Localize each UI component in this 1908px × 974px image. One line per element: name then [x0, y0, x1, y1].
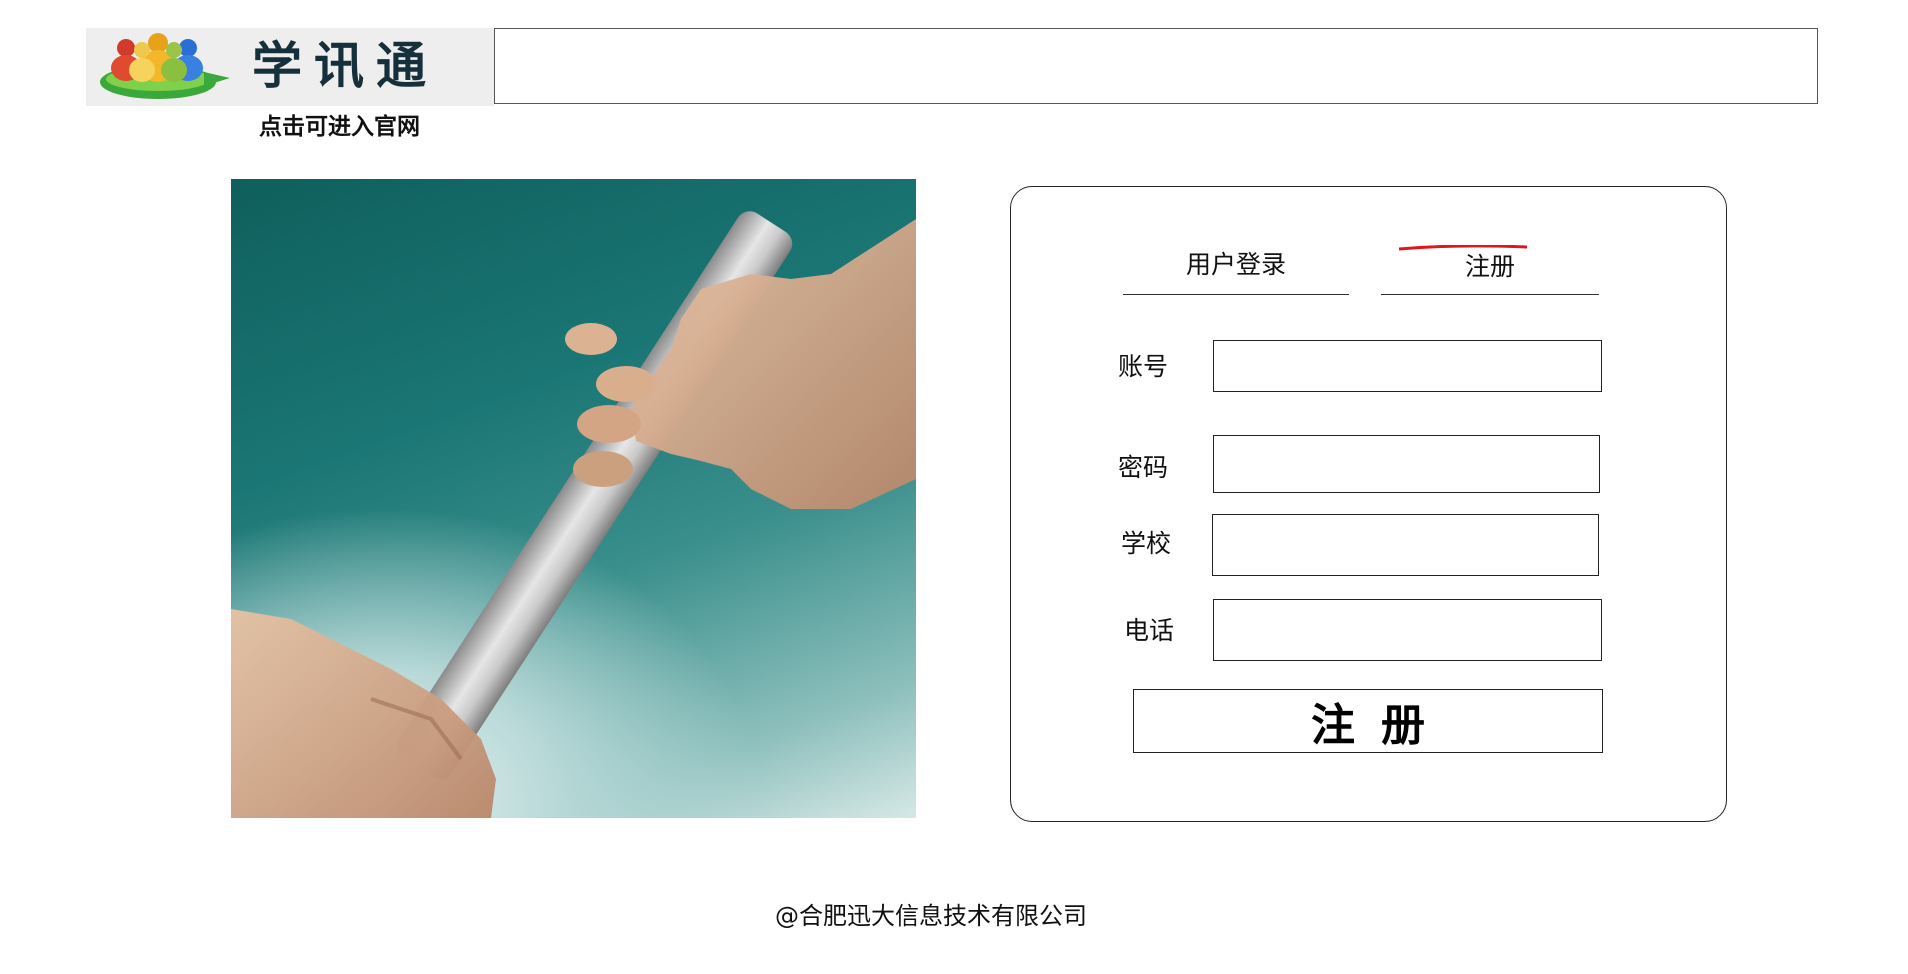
- site-logo[interactable]: 学讯通: [86, 28, 494, 106]
- logo-text: 学讯通: [252, 37, 438, 95]
- copyright-text: @合肥迅大信息技术有限公司: [775, 902, 1087, 930]
- password-label: 密码: [1118, 453, 1169, 482]
- account-label: 账号: [1118, 352, 1169, 381]
- tab-register[interactable]: 注册: [1381, 251, 1599, 295]
- people-group-icon: [100, 33, 230, 99]
- account-input[interactable]: [1213, 340, 1602, 392]
- header-banner: [494, 28, 1818, 104]
- official-site-link[interactable]: 点击可进入官网: [259, 112, 449, 142]
- school-label: 学校: [1121, 529, 1172, 558]
- relay-baton-image: [231, 179, 916, 818]
- register-panel: 用户登录 注册 账号 密码 学校 电话 注册: [1010, 186, 1727, 822]
- phone-label: 电话: [1124, 616, 1175, 645]
- school-input[interactable]: [1212, 514, 1599, 576]
- tab-login[interactable]: 用户登录: [1123, 249, 1349, 295]
- active-tab-marker: [1399, 245, 1527, 251]
- phone-input[interactable]: [1213, 599, 1602, 661]
- password-input[interactable]: [1213, 435, 1600, 493]
- register-button[interactable]: 注册: [1133, 689, 1603, 753]
